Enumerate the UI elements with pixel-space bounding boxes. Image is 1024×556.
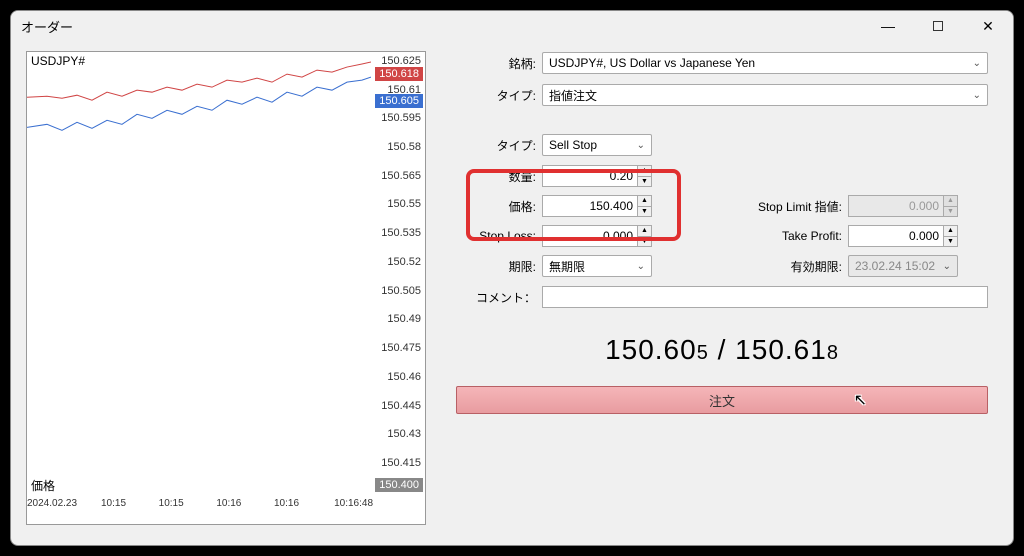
x-tick: 10:16 <box>200 498 258 520</box>
sl-up-button[interactable]: ▲ <box>638 226 651 237</box>
cursor-icon: ↖ <box>854 390 867 410</box>
ask-main: 150.61 <box>735 334 827 365</box>
stop-limit-value: 0.000 <box>849 199 957 213</box>
sl-stepper[interactable]: 0.000 ▲ ▼ <box>542 225 652 247</box>
expiry-dropdown[interactable]: 無期限 ⌄ <box>542 255 652 277</box>
x-tick: 10:16 <box>258 498 316 520</box>
chevron-down-icon: ⌄ <box>637 140 645 151</box>
window-title: オーダー <box>21 17 873 36</box>
tp-up-button[interactable]: ▲ <box>944 226 957 237</box>
x-tick: 2024.02.23 <box>27 498 85 520</box>
sl-value: 0.000 <box>543 229 651 243</box>
y-tick: 150.58 <box>387 141 421 153</box>
symbol-value: USDJPY#, US Dollar vs Japanese Yen <box>549 56 755 70</box>
x-tick: 10:15 <box>142 498 200 520</box>
price-label: 価格: <box>456 198 536 215</box>
y-tick: 150.49 <box>387 313 421 325</box>
y-tick: 150.445 <box>381 400 421 412</box>
expiry-value: 無期限 <box>549 258 585 275</box>
pending-type-value: Sell Stop <box>549 138 597 152</box>
symbol-dropdown[interactable]: USDJPY#, US Dollar vs Japanese Yen ⌄ <box>542 52 988 74</box>
content-area: USDJPY# 150.625 150.618 150.61 150.605 1… <box>11 41 1013 545</box>
quote-display: 150.605 / 150.618 <box>456 334 988 366</box>
y-tick: 150.43 <box>387 428 421 440</box>
x-tick: 10:16:48 <box>315 498 373 520</box>
pending-type-dropdown[interactable]: Sell Stop ⌄ <box>542 134 652 156</box>
sl-label: Stop Loss: <box>456 229 536 243</box>
order-button-label: 注文 <box>709 391 735 410</box>
qty-up-button[interactable]: ▲ <box>638 166 651 177</box>
stop-limit-label: Stop Limit 指値: <box>732 198 842 215</box>
tp-label: Take Profit: <box>732 229 842 243</box>
y-tick: 150.46 <box>387 371 421 383</box>
type1-label: タイプ: <box>456 87 536 104</box>
y-tick: 150.475 <box>381 342 421 354</box>
minimize-button[interactable]: — <box>873 16 903 36</box>
order-button[interactable]: 注文 ↖ <box>456 386 988 414</box>
y-tick: 150.55 <box>387 198 421 210</box>
price-value: 150.400 <box>543 199 651 213</box>
comment-input[interactable] <box>542 286 988 308</box>
y-tick: 150.52 <box>387 256 421 268</box>
bid-main: 150.60 <box>605 334 697 365</box>
y-tick: 150.535 <box>381 227 421 239</box>
y-tick: 150.415 <box>381 457 421 469</box>
expiry-label: 期限: <box>456 258 536 275</box>
chevron-down-icon: ⌄ <box>973 58 981 69</box>
tp-stepper[interactable]: 0.000 ▲ ▼ <box>848 225 958 247</box>
chevron-down-icon: ⌄ <box>973 90 981 101</box>
ask-last: 8 <box>827 342 839 364</box>
type2-label: タイプ: <box>456 137 536 154</box>
tp-value: 0.000 <box>849 229 957 243</box>
stop-limit-down-button: ▼ <box>944 207 957 217</box>
price-down-button[interactable]: ▼ <box>638 207 651 217</box>
chart-bottom-label: 価格 <box>31 477 55 494</box>
chevron-down-icon: ⌄ <box>637 261 645 272</box>
bid-last: 5 <box>697 342 709 364</box>
valid-until-dropdown: 23.02.24 15:02 ⌄ <box>848 255 958 277</box>
chevron-down-icon: ⌄ <box>943 261 951 272</box>
qty-down-button[interactable]: ▼ <box>638 177 651 187</box>
ask-price-tag: 150.605 <box>375 94 423 108</box>
x-axis-ticks: 2024.02.23 10:15 10:15 10:16 10:16 10:16… <box>27 498 373 520</box>
close-button[interactable]: ✕ <box>973 16 1003 36</box>
valid-until-value: 23.02.24 15:02 <box>855 259 935 273</box>
price-chart: USDJPY# 150.625 150.618 150.61 150.605 1… <box>26 51 426 525</box>
y-tick: 150.565 <box>381 170 421 182</box>
price-up-button[interactable]: ▲ <box>638 196 651 207</box>
titlebar: オーダー — ✕ <box>11 11 1013 41</box>
qty-label: 数量: <box>456 168 536 185</box>
qty-stepper[interactable]: 0.20 ▲ ▼ <box>542 165 652 187</box>
symbol-label: 銘柄: <box>456 55 536 72</box>
tp-down-button[interactable]: ▼ <box>944 237 957 247</box>
quote-sep: / <box>709 334 735 365</box>
valid-until-label: 有効期限: <box>732 258 842 275</box>
qty-value: 0.20 <box>543 169 651 183</box>
y-tick: 150.505 <box>381 285 421 297</box>
y-tick: 150.595 <box>381 112 421 124</box>
x-tick: 10:15 <box>85 498 143 520</box>
bid-price-tag: 150.618 <box>375 67 423 81</box>
maximize-icon <box>933 21 943 31</box>
y-axis-ticks: 150.625 150.618 150.61 150.605 150.595 1… <box>371 52 423 494</box>
maximize-button[interactable] <box>923 16 953 36</box>
order-type-dropdown[interactable]: 指値注文 ⌄ <box>542 84 988 106</box>
window-controls: — ✕ <box>873 16 1003 36</box>
order-form: 銘柄: USDJPY#, US Dollar vs Japanese Yen ⌄… <box>456 51 998 525</box>
sl-down-button[interactable]: ▼ <box>638 237 651 247</box>
comment-label: コメント： <box>456 289 536 306</box>
stop-limit-stepper: 0.000 ▲ ▼ <box>848 195 958 217</box>
y-tick: 150.625 <box>381 55 421 67</box>
target-price-tag: 150.400 <box>375 478 423 492</box>
price-stepper[interactable]: 150.400 ▲ ▼ <box>542 195 652 217</box>
order-window: オーダー — ✕ USDJPY# 150.625 150.618 150.61 … <box>10 10 1014 546</box>
stop-limit-up-button: ▲ <box>944 196 957 207</box>
order-type-value: 指値注文 <box>549 87 597 104</box>
chart-lines <box>27 52 371 494</box>
